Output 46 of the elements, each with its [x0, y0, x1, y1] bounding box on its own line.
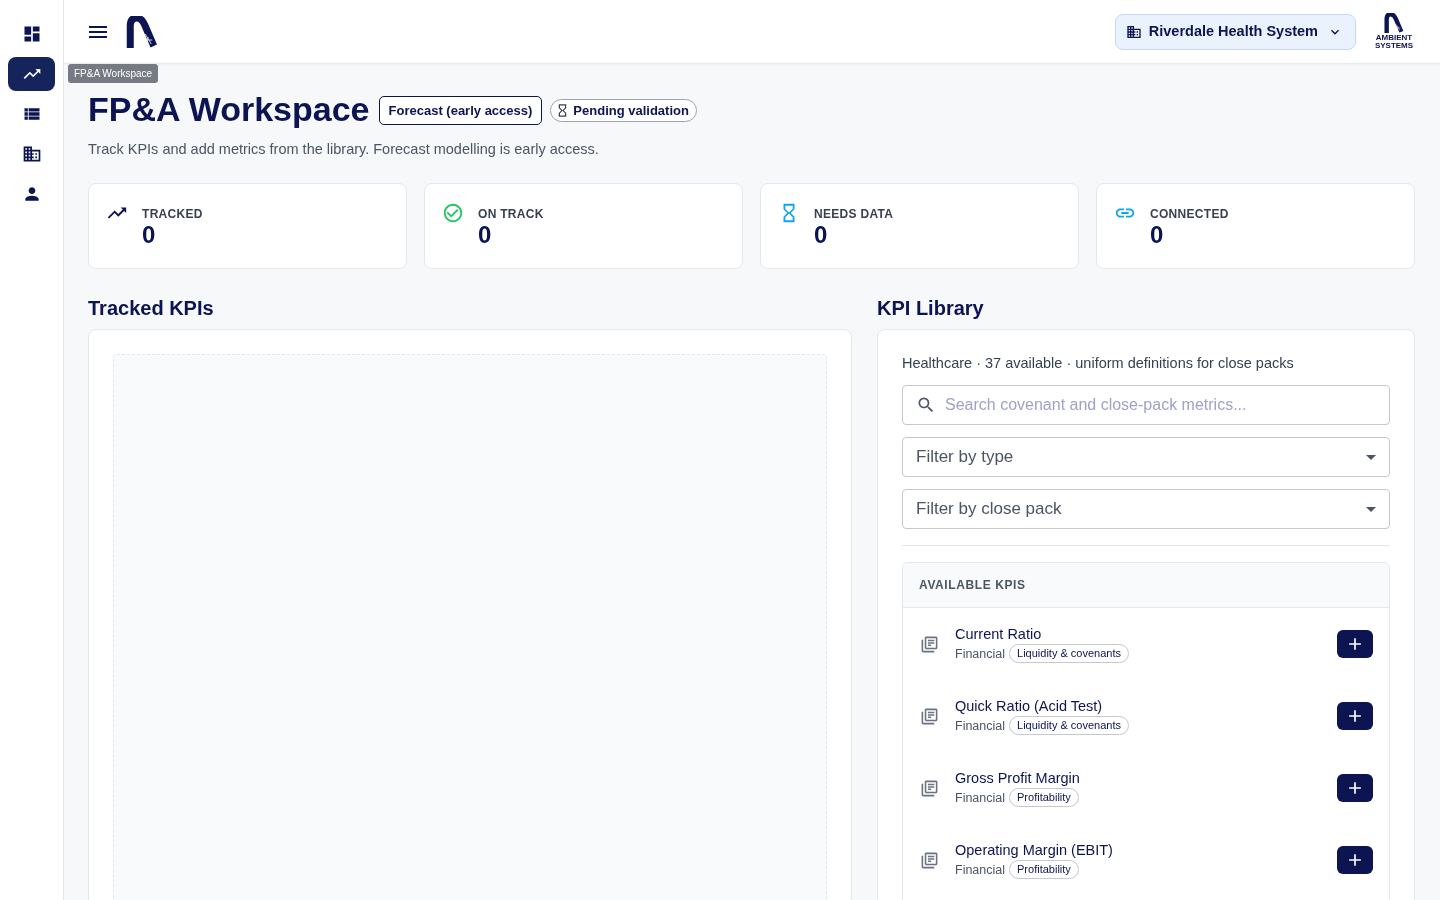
- sidebar-nav-button[interactable]: [8, 57, 55, 91]
- stat-label: NEEDS DATA: [814, 207, 894, 221]
- search-icon: [916, 395, 936, 415]
- filter-select[interactable]: Filter by close pack: [902, 489, 1390, 529]
- caret-icon: [1366, 454, 1376, 460]
- section-heading: KPI Library: [877, 296, 984, 320]
- kpi-type: Financial: [955, 789, 1006, 806]
- kpi-type: Financial: [955, 861, 1006, 878]
- kpi-type: Financial: [955, 717, 1006, 734]
- add-kpi-button[interactable]: [1337, 702, 1373, 730]
- library-books-icon: [920, 706, 939, 726]
- stat-label: CONNECTED: [1150, 207, 1229, 221]
- add-kpi-button[interactable]: [1337, 774, 1373, 802]
- kpi-name: Current Ratio: [955, 625, 1042, 643]
- caret-icon: [1366, 506, 1376, 512]
- page-title: FP&A Workspace: [88, 89, 370, 130]
- add-kpi-button[interactable]: [1337, 630, 1373, 658]
- stat-value: 0: [142, 221, 157, 249]
- page-subtitle: Track KPIs and add metrics from the library. Forecast modelling is early access.: [88, 140, 599, 158]
- library-books-icon: [920, 778, 939, 798]
- library-books-icon: [920, 850, 939, 870]
- section-heading: Tracked KPIs: [88, 296, 214, 320]
- kpi-name: Quick Ratio (Acid Test): [955, 697, 1103, 715]
- kpi-type: Financial: [955, 645, 1006, 662]
- kpi-name: Operating Margin (EBIT): [955, 841, 1113, 859]
- building-icon: [1125, 23, 1142, 40]
- add-kpi-button[interactable]: [1337, 846, 1373, 874]
- brand-tagline: AMBIENT SYSTEMS: [1374, 34, 1414, 50]
- search-field[interactable]: Search covenant and close-pack metrics...: [902, 385, 1390, 425]
- stat-value: 0: [478, 221, 493, 249]
- logo-icon: [126, 15, 158, 48]
- stat-label: TRACKED: [142, 207, 203, 221]
- library-summary: Healthcare · 37 available · uniform definitions for close packs: [902, 354, 1295, 372]
- tooltip: FP&A Workspace: [68, 64, 159, 83]
- feature-badge: Forecast (early access): [378, 96, 543, 125]
- list-heading: AVAILABLE KPIS: [919, 577, 1026, 594]
- organization-selector[interactable]: Riverdale Health System: [1114, 13, 1356, 50]
- filter-select[interactable]: Filter by type: [902, 437, 1390, 477]
- stat-value: 0: [1150, 221, 1165, 249]
- stat-label: ON TRACK: [478, 207, 544, 221]
- logo-icon: [1384, 13, 1404, 33]
- library-books-icon: [920, 634, 939, 654]
- status-badge-label: Pending validation: [573, 101, 689, 120]
- building-icon: [21, 144, 42, 164]
- stat-value: 0: [814, 221, 829, 249]
- kpi-name: Gross Profit Margin: [955, 769, 1080, 787]
